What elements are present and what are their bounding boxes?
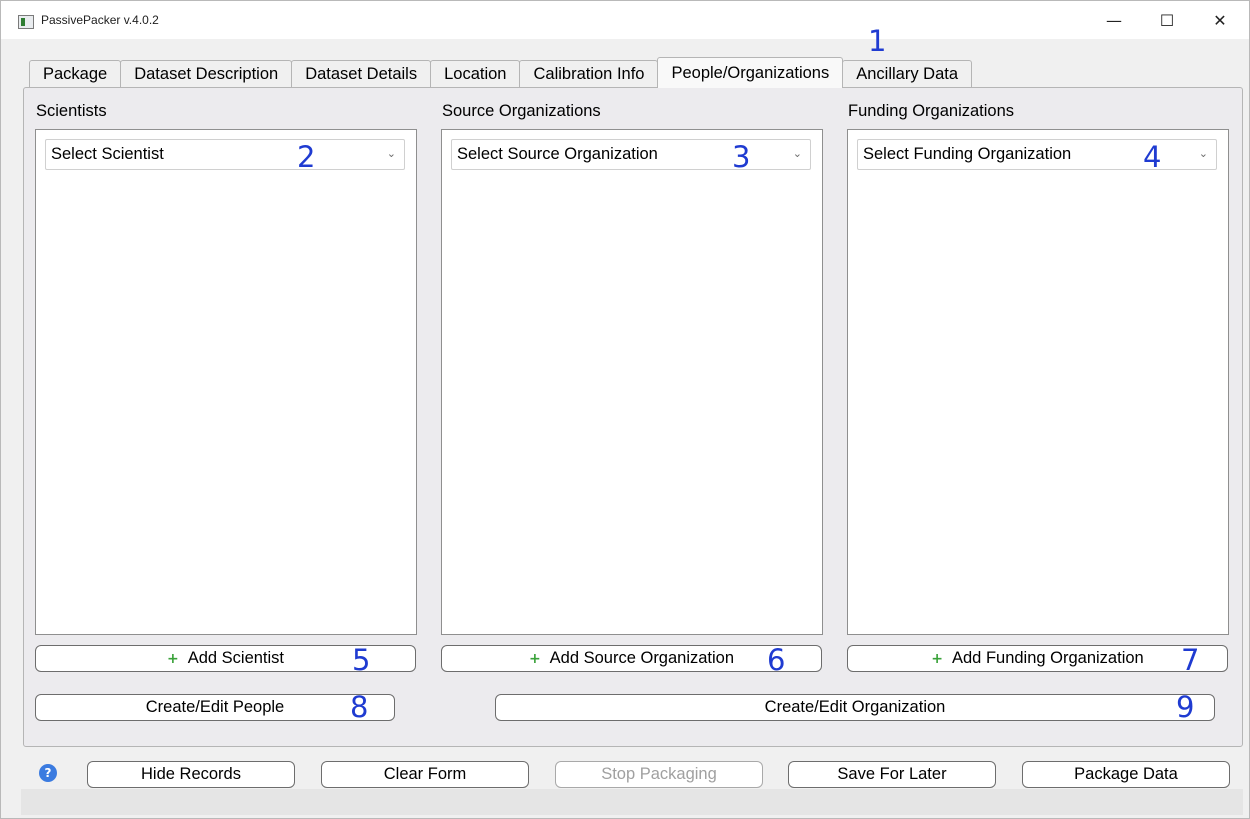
chevron-down-icon: ⌄ — [386, 147, 396, 160]
package-data-button[interactable]: Package Data — [1022, 761, 1230, 788]
annotation-label: 1 — [868, 24, 887, 58]
tab-package[interactable]: Package — [29, 60, 122, 88]
clear-form-button[interactable]: Clear Form — [321, 761, 529, 788]
select-source-organization-value: Select Source Organization — [457, 145, 658, 163]
hide-records-button[interactable]: Hide Records — [87, 761, 295, 788]
add-funding-organization-label: Add Funding Organization — [952, 649, 1144, 667]
source-organizations-list[interactable]: Select Source Organization ⌄ — [441, 129, 823, 635]
create-edit-people-button[interactable]: Create/Edit People — [35, 694, 395, 721]
tab-bar: Package Dataset Description Dataset Deta… — [29, 57, 973, 88]
select-funding-organization-value: Select Funding Organization — [863, 145, 1072, 163]
plus-icon: + — [528, 650, 541, 667]
annotation-label: 4 — [1143, 140, 1162, 174]
plus-icon: + — [166, 650, 179, 667]
app-icon — [18, 15, 34, 29]
stop-packaging-button[interactable]: Stop Packaging — [555, 761, 763, 788]
add-source-organization-button[interactable]: + Add Source Organization — [441, 645, 822, 672]
save-for-later-button[interactable]: Save For Later — [788, 761, 996, 788]
add-funding-organization-button[interactable]: + Add Funding Organization — [847, 645, 1228, 672]
select-source-organization-dropdown[interactable]: Select Source Organization ⌄ — [451, 139, 811, 170]
annotation-label: 3 — [732, 140, 751, 174]
maximize-button[interactable]: ☐ — [1144, 5, 1190, 35]
close-button[interactable]: ✕ — [1197, 5, 1243, 35]
annotation-label: 5 — [352, 643, 371, 677]
plus-icon: + — [931, 650, 943, 667]
annotation-label: 2 — [297, 140, 316, 174]
tab-dataset-details[interactable]: Dataset Details — [291, 60, 432, 88]
window-title: PassivePacker v.4.0.2 — [41, 13, 159, 27]
help-icon[interactable]: ? — [39, 764, 57, 782]
client-area: Package Dataset Description Dataset Deta… — [1, 27, 1249, 818]
funding-organizations-list[interactable]: Select Funding Organization ⌄ — [847, 129, 1229, 635]
create-edit-organization-button[interactable]: Create/Edit Organization — [495, 694, 1215, 721]
chevron-down-icon: ⌄ — [792, 147, 802, 160]
annotation-label: 8 — [350, 690, 369, 724]
select-funding-organization-dropdown[interactable]: Select Funding Organization ⌄ — [857, 139, 1217, 170]
tab-dataset-description[interactable]: Dataset Description — [120, 60, 293, 88]
status-bar — [21, 789, 1243, 815]
tab-ancillary-data[interactable]: Ancillary Data — [842, 60, 973, 88]
source-organizations-label: Source Organizations — [442, 102, 601, 120]
annotation-label: 9 — [1176, 690, 1195, 724]
add-source-organization-label: Add Source Organization — [549, 649, 735, 667]
select-scientist-value: Select Scientist — [51, 145, 164, 163]
tab-calibration-info[interactable]: Calibration Info — [519, 60, 659, 88]
add-scientist-label: Add Scientist — [187, 649, 285, 667]
app-window: PassivePacker v.4.0.2 — ☐ ✕ Package Data… — [0, 0, 1250, 819]
annotation-label: 6 — [767, 643, 786, 677]
scientists-list[interactable]: Select Scientist ⌄ — [35, 129, 417, 635]
chevron-down-icon: ⌄ — [1198, 147, 1208, 160]
tab-people-organizations[interactable]: People/Organizations — [657, 57, 844, 88]
select-scientist-dropdown[interactable]: Select Scientist ⌄ — [45, 139, 405, 170]
title-bar: PassivePacker v.4.0.2 — ☐ ✕ — [1, 1, 1249, 39]
scientists-label: Scientists — [36, 102, 107, 120]
annotation-label: 7 — [1181, 643, 1200, 677]
minimize-button[interactable]: — — [1091, 5, 1137, 35]
tab-location[interactable]: Location — [430, 60, 521, 88]
funding-organizations-label: Funding Organizations — [848, 102, 1015, 120]
